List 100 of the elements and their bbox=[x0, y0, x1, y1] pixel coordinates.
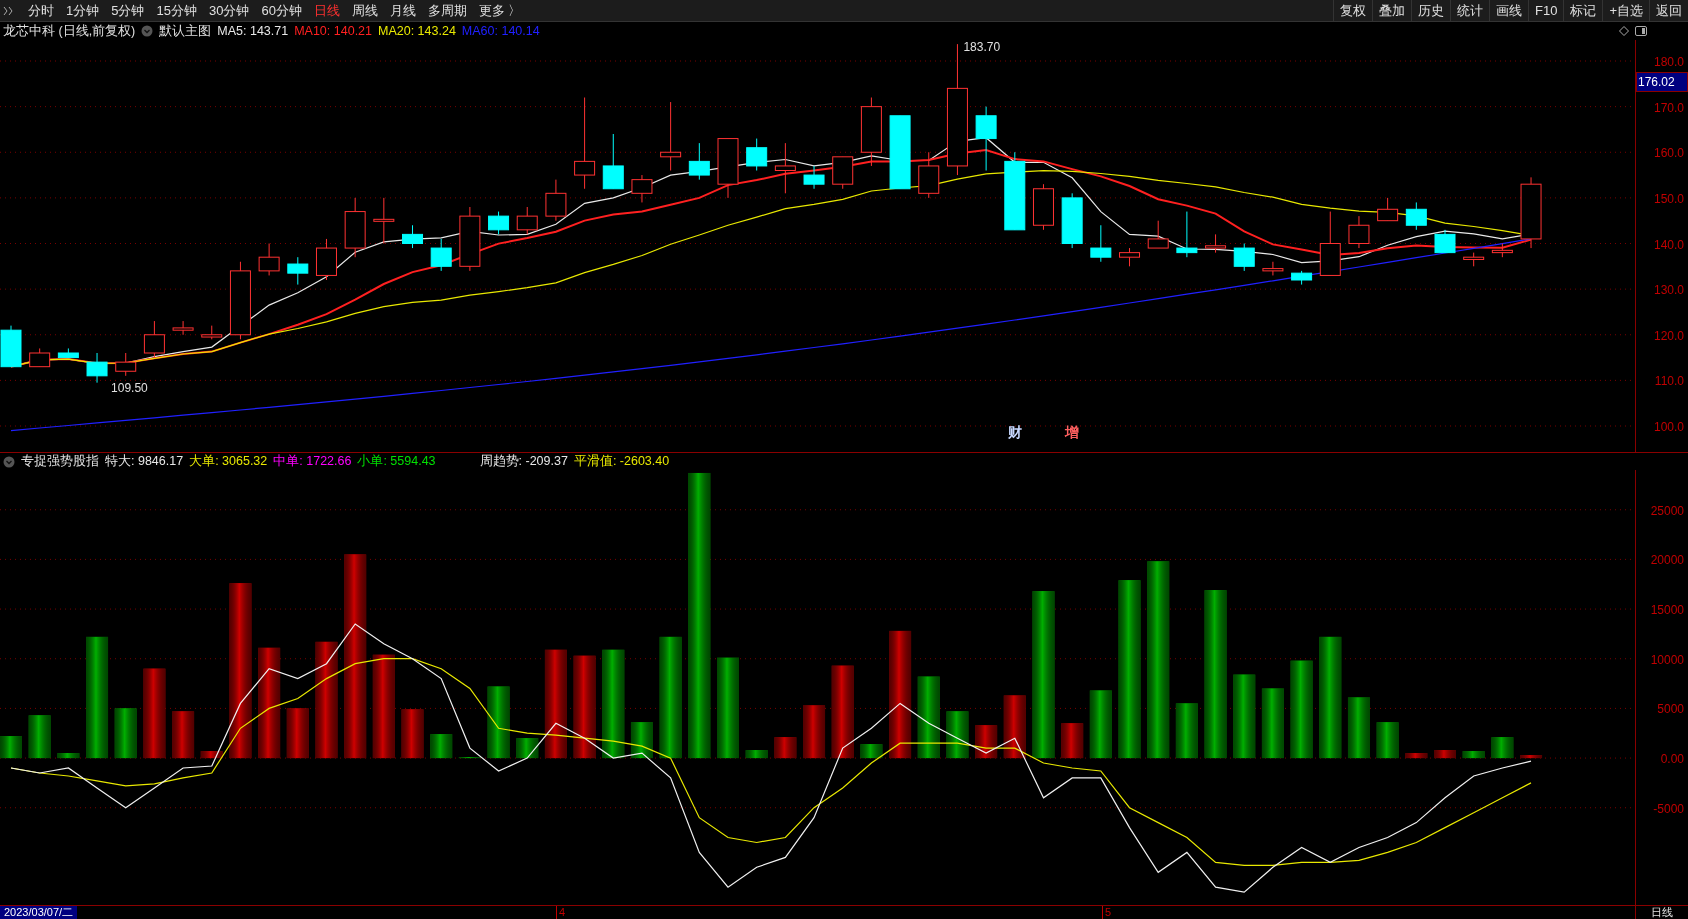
candlestick bbox=[143, 320, 165, 359]
candlestick bbox=[488, 211, 510, 235]
candlestick bbox=[688, 142, 710, 181]
diamond-icon[interactable] bbox=[1619, 26, 1629, 36]
indicator-bar bbox=[430, 734, 453, 759]
period-tab[interactable]: 分时 bbox=[22, 0, 60, 21]
candlestick bbox=[1319, 211, 1341, 276]
price-axis-label: 150.0 bbox=[1652, 190, 1684, 208]
indicator-bar bbox=[28, 715, 51, 759]
candlestick bbox=[832, 156, 854, 190]
toolbar-button[interactable]: 标记 bbox=[1563, 0, 1603, 21]
price-axis-label: 170.0 bbox=[1652, 99, 1684, 117]
indicator-bar bbox=[774, 737, 797, 759]
period-tab[interactable]: 多周期 bbox=[421, 0, 473, 21]
candlestick bbox=[57, 347, 79, 359]
price-axis-label: 140.0 bbox=[1652, 236, 1684, 254]
indicator-bar bbox=[630, 722, 653, 759]
candlestick bbox=[516, 206, 538, 235]
indicator-bar bbox=[1003, 695, 1026, 759]
stock-title: 龙芯中科 (日线,前复权) bbox=[3, 22, 136, 40]
candlestick bbox=[975, 106, 997, 171]
candlestick bbox=[201, 325, 223, 340]
toolbar-button[interactable]: +自选 bbox=[1602, 0, 1649, 21]
toolbar-button[interactable]: 统计 bbox=[1450, 0, 1489, 21]
candlestick bbox=[1176, 211, 1198, 258]
indicator-bar bbox=[172, 711, 195, 759]
period-tab[interactable]: 周线 bbox=[345, 0, 384, 21]
period-tab[interactable]: 1分钟 bbox=[60, 0, 106, 21]
ma-value: MA10: 140.21 bbox=[294, 22, 372, 40]
ma-value: MA60: 140.14 bbox=[461, 22, 540, 40]
period-tab[interactable]: 日线 bbox=[307, 0, 346, 21]
indicator-bar bbox=[57, 753, 80, 759]
event-marker[interactable]: 财 bbox=[1008, 422, 1022, 443]
period-tab[interactable]: 15分钟 bbox=[150, 0, 203, 21]
candlestick bbox=[287, 256, 309, 286]
indicator-bar bbox=[516, 738, 539, 759]
indicator-bar bbox=[1347, 697, 1370, 759]
dropdown-circle-icon[interactable] bbox=[3, 455, 15, 468]
indicator-bar bbox=[1520, 755, 1543, 759]
candlestick bbox=[1491, 243, 1513, 258]
toolbar-button[interactable]: 复权 bbox=[1333, 0, 1372, 21]
price-axis-label: 180.0 bbox=[1652, 54, 1684, 71]
candlestick bbox=[1262, 261, 1284, 276]
last-price-tag: 176.02 bbox=[1636, 72, 1688, 92]
indicator-value: 中单: 1722.66 bbox=[273, 453, 352, 471]
low-price-label: 109.50 bbox=[111, 379, 148, 397]
indicator-value: 小单: 5594.43 bbox=[357, 453, 436, 471]
value-axis-label: -5000 bbox=[1652, 800, 1684, 818]
event-marker[interactable]: 增 bbox=[1065, 422, 1079, 443]
indicator-bar bbox=[0, 736, 22, 759]
candlestick bbox=[1434, 229, 1456, 254]
period-tab[interactable]: 60分钟 bbox=[255, 0, 308, 21]
candlestick bbox=[602, 133, 624, 190]
indicator-bar bbox=[1491, 737, 1514, 759]
indicator-bar bbox=[745, 750, 768, 759]
indicator-bar bbox=[1061, 723, 1084, 759]
candlestick bbox=[459, 206, 481, 272]
value-axis-label: 20000 bbox=[1649, 552, 1684, 570]
indicator-bar bbox=[1434, 750, 1456, 759]
period-label: 日线 bbox=[1635, 904, 1688, 919]
candlestick bbox=[774, 142, 796, 194]
candlestick bbox=[1205, 233, 1227, 254]
dropdown-circle-icon[interactable] bbox=[141, 25, 154, 37]
value-axis-label: 15000 bbox=[1649, 602, 1684, 620]
period-tab[interactable]: 5分钟 bbox=[105, 0, 151, 21]
candlestick bbox=[1061, 192, 1083, 249]
candlestick bbox=[430, 238, 452, 272]
candlestick bbox=[1405, 201, 1427, 231]
indicator-bar bbox=[458, 757, 481, 759]
indicator-bar bbox=[1261, 688, 1284, 759]
candlestick bbox=[115, 352, 137, 377]
price-axis-label: 120.0 bbox=[1652, 327, 1684, 345]
toolbar-button[interactable]: 返回 bbox=[1649, 0, 1688, 21]
price-axis-label: 160.0 bbox=[1652, 145, 1684, 163]
toolbar-button[interactable]: 叠加 bbox=[1372, 0, 1411, 21]
candlestick bbox=[746, 138, 768, 171]
value-axis-label: 5000 bbox=[1656, 701, 1684, 719]
panel-icon[interactable] bbox=[1635, 26, 1647, 36]
value-axis-label: 10000 bbox=[1649, 651, 1684, 669]
toolbar-button[interactable]: 画线 bbox=[1489, 0, 1528, 21]
period-tab[interactable]: 更多 〉 bbox=[472, 0, 528, 21]
indicator-bar bbox=[860, 744, 883, 759]
price-axis-label: 130.0 bbox=[1652, 282, 1684, 300]
candlestick bbox=[172, 320, 194, 336]
candlestick bbox=[1291, 270, 1313, 286]
high-price-label: 183.70 bbox=[963, 39, 1001, 57]
period-tab[interactable]: 30分钟 bbox=[202, 0, 256, 21]
candlestick bbox=[86, 352, 108, 384]
candlestick bbox=[29, 347, 51, 368]
toolbar-button[interactable]: 历史 bbox=[1411, 0, 1450, 21]
toolbar-button[interactable]: F10 bbox=[1528, 0, 1564, 21]
indicator-bar bbox=[803, 705, 826, 759]
candlestick bbox=[1348, 215, 1370, 249]
candlestick bbox=[631, 174, 653, 203]
period-tab[interactable]: 月线 bbox=[383, 0, 422, 21]
indicator-bar bbox=[975, 725, 998, 759]
indicator-bar bbox=[1405, 753, 1428, 759]
indicator-title: 专捉强势股指 bbox=[21, 453, 99, 471]
candlestick bbox=[803, 165, 825, 190]
template-label: 默认主图 bbox=[159, 22, 212, 40]
